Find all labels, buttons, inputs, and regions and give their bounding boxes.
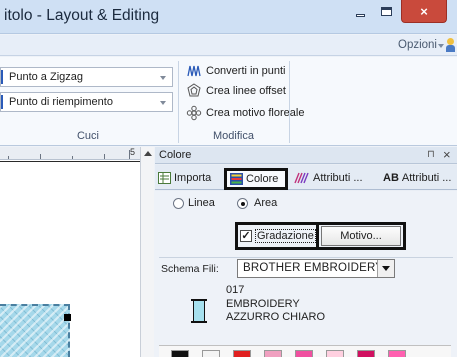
color-palette-icon: [230, 173, 243, 185]
modify-group-label: Modifica: [213, 130, 254, 142]
motif-button[interactable]: Motivo...: [321, 226, 401, 246]
minimize-button[interactable]: [348, 0, 373, 23]
accent-marker: [1, 70, 3, 84]
gradient-label[interactable]: Gradazione: [255, 229, 316, 243]
chevron-down-icon[interactable]: [377, 260, 394, 277]
panel-header: Colore ⊓ ×: [155, 147, 457, 164]
title-bar: itolo - Layout & Editing ×: [0, 0, 457, 34]
fill-stitch-label: Punto di riempimento: [9, 96, 113, 108]
stitch-attributes-icon: [294, 172, 310, 184]
color-panel: Colore ⊓ × Importa Colore Attributi ... …: [155, 147, 457, 357]
thread-code: 017: [226, 284, 245, 296]
color-swatch[interactable]: [202, 350, 220, 357]
chevron-down-icon[interactable]: [438, 44, 444, 48]
horizontal-ruler: 5: [0, 147, 140, 160]
close-button[interactable]: ×: [401, 0, 447, 23]
tab-import[interactable]: Importa: [158, 169, 211, 187]
convert-to-stitch-button[interactable]: Converti in punti: [186, 62, 286, 80]
pin-icon[interactable]: ⊓: [427, 149, 435, 160]
group-divider: [289, 61, 290, 143]
thread-name: AZZURRO CHIARO: [226, 311, 325, 323]
floral-motif-button[interactable]: Crea motivo floreale: [186, 104, 304, 122]
thread-info: 017 EMBROIDERY AZZURRO CHIARO: [226, 284, 325, 325]
accent-marker: [1, 95, 3, 109]
fill-stitch-combo[interactable]: Punto di riempimento: [0, 92, 173, 112]
line-mode-label: Linea: [188, 197, 215, 209]
ribbon: Punto a Zigzag Punto di riempimento Cuci…: [0, 57, 457, 146]
thread-chart-label: Schema Fili:: [161, 263, 219, 275]
vertical-scrollbar[interactable]: [140, 147, 154, 357]
color-settings: Linea Area ✓ Gradazione Motivo... Schema…: [155, 191, 457, 357]
maximize-icon: [381, 7, 392, 16]
thread-brand: EMBROIDERY: [226, 297, 300, 310]
tab-attributes-stitch[interactable]: Attributi ...: [294, 169, 363, 187]
scroll-up-icon[interactable]: [144, 151, 152, 156]
convert-to-stitch-label: Converti in punti: [206, 65, 286, 77]
menu-bar: Opzioni: [0, 35, 457, 56]
zigzag-stitch-combo[interactable]: Punto a Zigzag: [0, 67, 173, 87]
design-canvas[interactable]: 5: [0, 147, 154, 357]
highlight-divider: [316, 222, 319, 250]
divider: [159, 257, 453, 258]
area-mode-radio[interactable]: [237, 198, 248, 209]
color-swatch[interactable]: [233, 350, 251, 357]
panel-title: Colore: [159, 149, 192, 161]
tab-color[interactable]: Colore: [224, 168, 288, 190]
text-attributes-icon: AB: [383, 172, 399, 184]
thread-chart-value: BROTHER EMBROIDERY: [243, 262, 384, 274]
thread-spool-icon: [191, 299, 207, 323]
offset-lines-button[interactable]: Crea linee offset: [186, 82, 286, 100]
color-swatch-row: [159, 345, 451, 357]
color-swatch[interactable]: [264, 350, 282, 357]
line-mode-radio[interactable]: [173, 198, 184, 209]
selection-handle[interactable]: [64, 314, 71, 321]
color-swatch[interactable]: [326, 350, 344, 357]
color-swatch[interactable]: [295, 350, 313, 357]
color-swatch[interactable]: [388, 350, 406, 357]
panel-tabs: Importa Colore Attributi ... AB Attribut…: [155, 165, 457, 190]
stitch-group-label: Cuci: [76, 130, 99, 142]
thread-chart-select[interactable]: BROTHER EMBROIDERY: [237, 259, 395, 278]
embroidery-shape[interactable]: [0, 304, 70, 357]
user-help-icon[interactable]: [446, 38, 455, 53]
tab-attributes-text[interactable]: AB Attributi ...: [383, 169, 451, 187]
minimize-icon: [356, 14, 365, 17]
color-swatch[interactable]: [171, 350, 189, 357]
chevron-down-icon[interactable]: [160, 101, 166, 105]
flower-icon: [186, 105, 202, 121]
tab-attributes-text-label: Attributi ...: [401, 172, 452, 184]
tab-color-label: Colore: [246, 173, 279, 185]
tab-attributes-stitch-label: Attributi ...: [313, 172, 363, 184]
area-mode-label: Area: [254, 197, 278, 209]
import-icon: [158, 172, 171, 184]
color-swatch[interactable]: [357, 350, 375, 357]
gradient-checkbox[interactable]: ✓: [240, 230, 252, 242]
offset-lines-label: Crea linee offset: [206, 85, 286, 97]
options-menu[interactable]: Opzioni: [398, 39, 437, 51]
maximize-button[interactable]: [374, 0, 399, 23]
stitch-convert-icon: [186, 63, 202, 79]
zigzag-stitch-label: Punto a Zigzag: [9, 71, 83, 83]
tab-import-label: Importa: [174, 172, 212, 184]
offset-lines-icon: [186, 83, 202, 99]
panel-close-icon[interactable]: ×: [443, 147, 451, 162]
chevron-down-icon[interactable]: [160, 76, 166, 80]
close-icon: ×: [420, 3, 428, 19]
ruler-number: 5: [130, 147, 136, 157]
group-divider: [178, 61, 179, 143]
window-title: itolo - Layout & Editing: [4, 7, 160, 24]
